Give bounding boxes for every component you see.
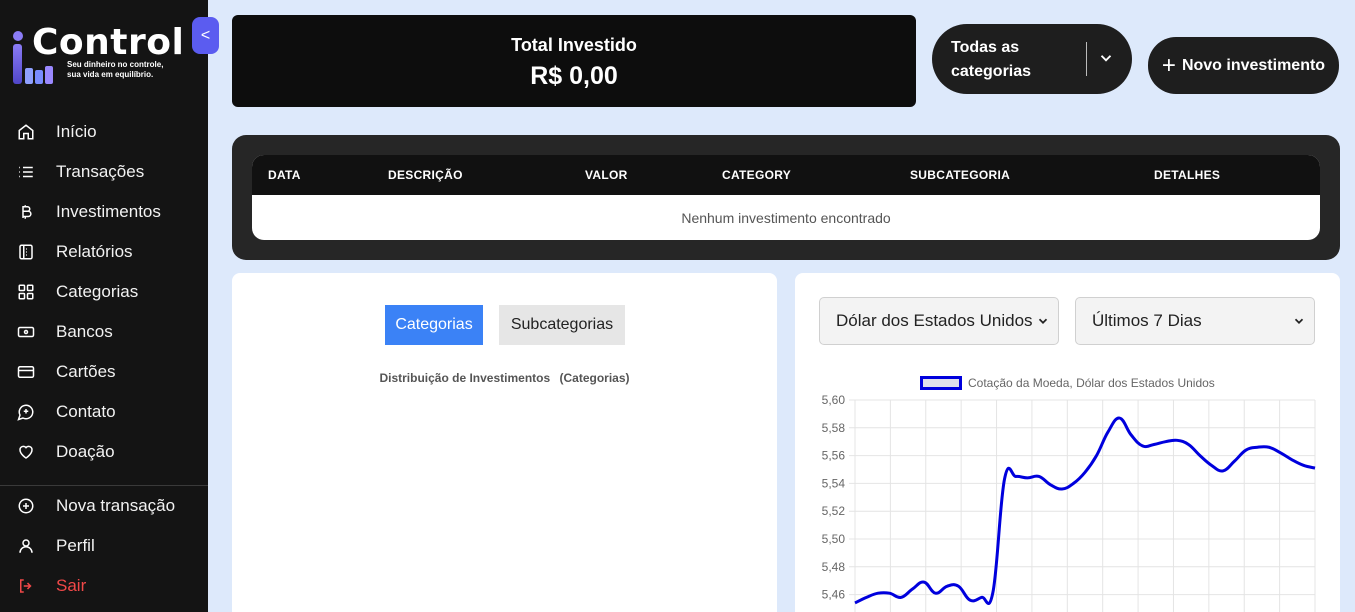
sidebar-item-transacoes[interactable]: Transações bbox=[0, 152, 208, 192]
y-tick-label: 5,46 bbox=[822, 588, 846, 602]
grid-icon bbox=[16, 282, 36, 302]
category-filter-separator bbox=[1086, 42, 1087, 76]
investments-table: DATA DESCRIÇÃO VALOR CATEGORY SUBCATEGOR… bbox=[252, 155, 1320, 240]
distribution-title-text: Distribuição de Investimentos bbox=[379, 371, 551, 385]
sidebar-item-label: Perfil bbox=[56, 536, 95, 555]
column-header-detalhes[interactable]: DETALHES bbox=[1154, 168, 1220, 182]
y-tick-label: 5,52 bbox=[822, 504, 846, 518]
y-tick-label: 5,48 bbox=[822, 560, 846, 574]
tab-subcategorias[interactable]: Subcategorias bbox=[499, 305, 625, 345]
sidebar-item-label: Cartões bbox=[56, 362, 116, 381]
sidebar-item-nova-transacao[interactable]: Nova transação bbox=[0, 486, 208, 526]
sidebar-item-relatorios[interactable]: Relatórios bbox=[0, 232, 208, 272]
chevron-down-icon bbox=[1294, 318, 1304, 324]
y-tick-label: 5,58 bbox=[822, 421, 846, 435]
sidebar-item-label: Doação bbox=[56, 442, 115, 461]
sidebar-item-bancos[interactable]: Bancos bbox=[0, 312, 208, 352]
distribution-title: Distribuição de Investimentos (Categoria… bbox=[232, 371, 777, 385]
sidebar-item-label: Relatórios bbox=[56, 242, 133, 261]
currency-panel: Dólar dos Estados Unidos Últimos 7 Dias … bbox=[795, 273, 1340, 612]
total-invested-value: R$ 0,00 bbox=[530, 62, 618, 90]
chevron-down-icon bbox=[1038, 318, 1048, 324]
column-header-descricao[interactable]: DESCRIÇÃO bbox=[388, 168, 463, 182]
home-icon bbox=[16, 122, 36, 142]
sidebar-item-label: Contato bbox=[56, 402, 116, 421]
legend-swatch bbox=[920, 376, 962, 390]
legend-label: Cotação da Moeda, Dólar dos Estados Unid… bbox=[968, 376, 1215, 390]
y-tick-label: 5,60 bbox=[822, 393, 846, 407]
sidebar-bottom-nav: Nova transação Perfil Sair bbox=[0, 486, 208, 606]
sidebar-item-categorias[interactable]: Categorias bbox=[0, 272, 208, 312]
range-select-value: Últimos 7 Dias bbox=[1092, 311, 1202, 330]
currency-select-value: Dólar dos Estados Unidos bbox=[836, 311, 1033, 330]
chat-icon bbox=[16, 402, 36, 422]
category-filter-line-1: Todas as bbox=[951, 39, 1020, 56]
column-header-data[interactable]: DATA bbox=[268, 168, 301, 182]
distribution-panel: Categorias Subcategorias Distribuição de… bbox=[232, 273, 777, 612]
sidebar-item-perfil[interactable]: Perfil bbox=[0, 526, 208, 566]
sidebar-item-label: Transações bbox=[56, 162, 145, 181]
list-icon bbox=[16, 162, 36, 182]
investments-table-container: DATA DESCRIÇÃO VALOR CATEGORY SUBCATEGOR… bbox=[232, 135, 1340, 260]
logo-wordmark: Control bbox=[32, 22, 185, 63]
sidebar: Control Seu dinheiro no controle, sua vi… bbox=[0, 0, 208, 612]
y-tick-label: 5,56 bbox=[822, 449, 846, 463]
y-tick-label: 5,54 bbox=[822, 476, 846, 490]
column-header-category[interactable]: CATEGORY bbox=[722, 168, 791, 182]
logo-tagline-line-2: sua vida em equilíbrio. bbox=[67, 70, 154, 79]
sidebar-item-contato[interactable]: Contato bbox=[0, 392, 208, 432]
sidebar-item-label: Bancos bbox=[56, 322, 113, 341]
category-filter-label: Todas as categorias bbox=[951, 36, 1031, 84]
app-logo[interactable]: Control Seu dinheiro no controle, sua vi… bbox=[12, 22, 192, 86]
sidebar-item-label: Categorias bbox=[56, 282, 139, 301]
bank-icon bbox=[16, 322, 36, 342]
total-invested-card: Total Investido R$ 0,00 bbox=[232, 15, 916, 107]
sidebar-item-label: Investimentos bbox=[56, 202, 161, 221]
currency-line-chart: 5,60 5,58 5,56 5,54 5,52 5,50 5,48 5,46 bbox=[822, 393, 1316, 612]
column-header-subcategoria[interactable]: SUBCATEGORIA bbox=[910, 168, 1010, 182]
logout-icon bbox=[16, 576, 36, 596]
sidebar-nav: Início Transações Investimentos Relatóri… bbox=[0, 112, 208, 472]
sidebar-item-doacao[interactable]: Doação bbox=[0, 432, 208, 472]
new-investment-button[interactable]: + Novo investimento bbox=[1148, 37, 1339, 94]
currency-select[interactable]: Dólar dos Estados Unidos bbox=[819, 297, 1059, 345]
new-investment-label: Novo investimento bbox=[1181, 56, 1326, 74]
heart-icon bbox=[16, 442, 36, 462]
range-select[interactable]: Últimos 7 Dias bbox=[1075, 297, 1315, 345]
category-filter-select[interactable]: Todas as categorias bbox=[932, 24, 1132, 94]
sidebar-item-cartoes[interactable]: Cartões bbox=[0, 352, 208, 392]
plus-icon: + bbox=[1161, 51, 1176, 79]
distribution-title-suffix: (Categorias) bbox=[559, 371, 630, 385]
sidebar-item-investimentos[interactable]: Investimentos bbox=[0, 192, 208, 232]
y-tick-label: 5,50 bbox=[822, 532, 846, 546]
chevron-down-icon bbox=[1100, 55, 1112, 62]
category-filter-line-2: categorias bbox=[951, 63, 1032, 80]
sidebar-collapse-button[interactable]: < bbox=[192, 17, 219, 54]
sidebar-item-inicio[interactable]: Início bbox=[0, 112, 208, 152]
table-empty-message: Nenhum investimento encontrado bbox=[681, 209, 891, 226]
chart-legend[interactable]: Cotação da Moeda, Dólar dos Estados Unid… bbox=[920, 376, 1215, 390]
total-invested-title: Total Investido bbox=[511, 35, 637, 55]
sidebar-item-label: Início bbox=[56, 122, 97, 141]
column-header-valor[interactable]: VALOR bbox=[585, 168, 628, 182]
bitcoin-icon bbox=[16, 202, 36, 222]
sidebar-item-label: Sair bbox=[56, 576, 87, 595]
logo-tagline-line-1: Seu dinheiro no controle, bbox=[67, 60, 164, 69]
card-icon bbox=[16, 362, 36, 382]
plus-circle-icon bbox=[16, 496, 36, 516]
sidebar-item-label: Nova transação bbox=[56, 496, 176, 515]
report-icon bbox=[16, 242, 36, 262]
user-icon bbox=[16, 536, 36, 556]
sidebar-item-sair[interactable]: Sair bbox=[0, 566, 208, 606]
table-header: DATA DESCRIÇÃO VALOR CATEGORY SUBCATEGOR… bbox=[252, 155, 1320, 195]
tab-categorias[interactable]: Categorias bbox=[385, 305, 483, 345]
logo-tagline: Seu dinheiro no controle, sua vida em eq… bbox=[67, 60, 163, 80]
